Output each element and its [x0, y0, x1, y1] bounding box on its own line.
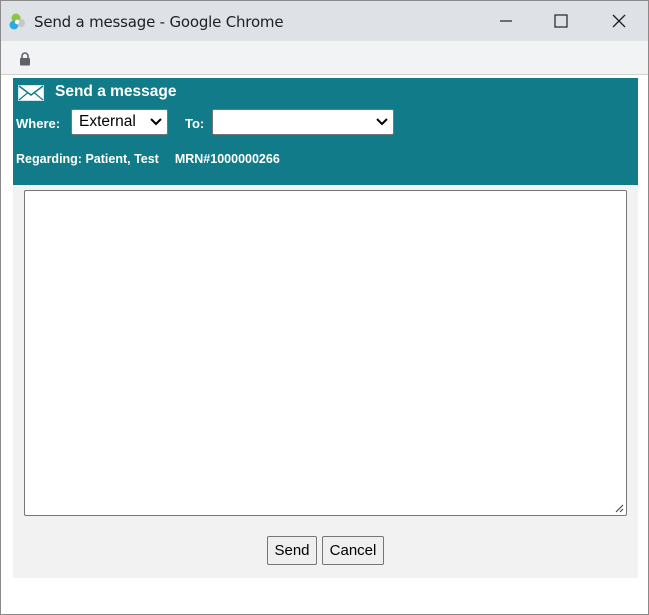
where-select[interactable]: External — [71, 109, 168, 135]
regarding-line: Regarding: Patient, Test MRN#1000000266 — [16, 152, 280, 166]
minimize-button[interactable] — [478, 1, 534, 41]
cancel-button[interactable]: Cancel — [322, 536, 384, 565]
chevron-down-icon — [150, 118, 162, 126]
close-button[interactable] — [591, 1, 647, 41]
maximize-button[interactable] — [533, 1, 589, 41]
close-icon — [612, 14, 626, 28]
chrome-app-icon — [8, 12, 28, 32]
regarding-text: Regarding: Patient, Test — [16, 152, 159, 166]
where-select-value: External — [79, 113, 136, 130]
send-button[interactable]: Send — [267, 536, 317, 565]
message-textarea[interactable] — [24, 190, 627, 516]
message-header: Send a message Where: External To: Regar… — [13, 78, 638, 185]
mrn-text: MRN#1000000266 — [174, 152, 280, 166]
minimize-icon — [500, 20, 512, 22]
maximize-icon — [554, 14, 568, 28]
window-title: Send a message - Google Chrome — [34, 13, 284, 31]
envelope-icon — [18, 85, 44, 106]
chevron-down-icon — [376, 118, 388, 126]
browser-window: Send a message - Google Chrome Send a me… — [0, 0, 649, 615]
to-label: To: — [185, 116, 205, 131]
message-body-panel: Send Cancel — [13, 185, 638, 578]
resize-grip-icon[interactable] — [614, 503, 624, 513]
title-bar: Send a message - Google Chrome — [1, 1, 648, 41]
where-label: Where: — [16, 116, 61, 131]
page-title: Send a message — [55, 83, 177, 100]
to-select[interactable] — [212, 109, 394, 135]
lock-icon[interactable] — [19, 52, 31, 71]
address-bar — [1, 41, 648, 75]
